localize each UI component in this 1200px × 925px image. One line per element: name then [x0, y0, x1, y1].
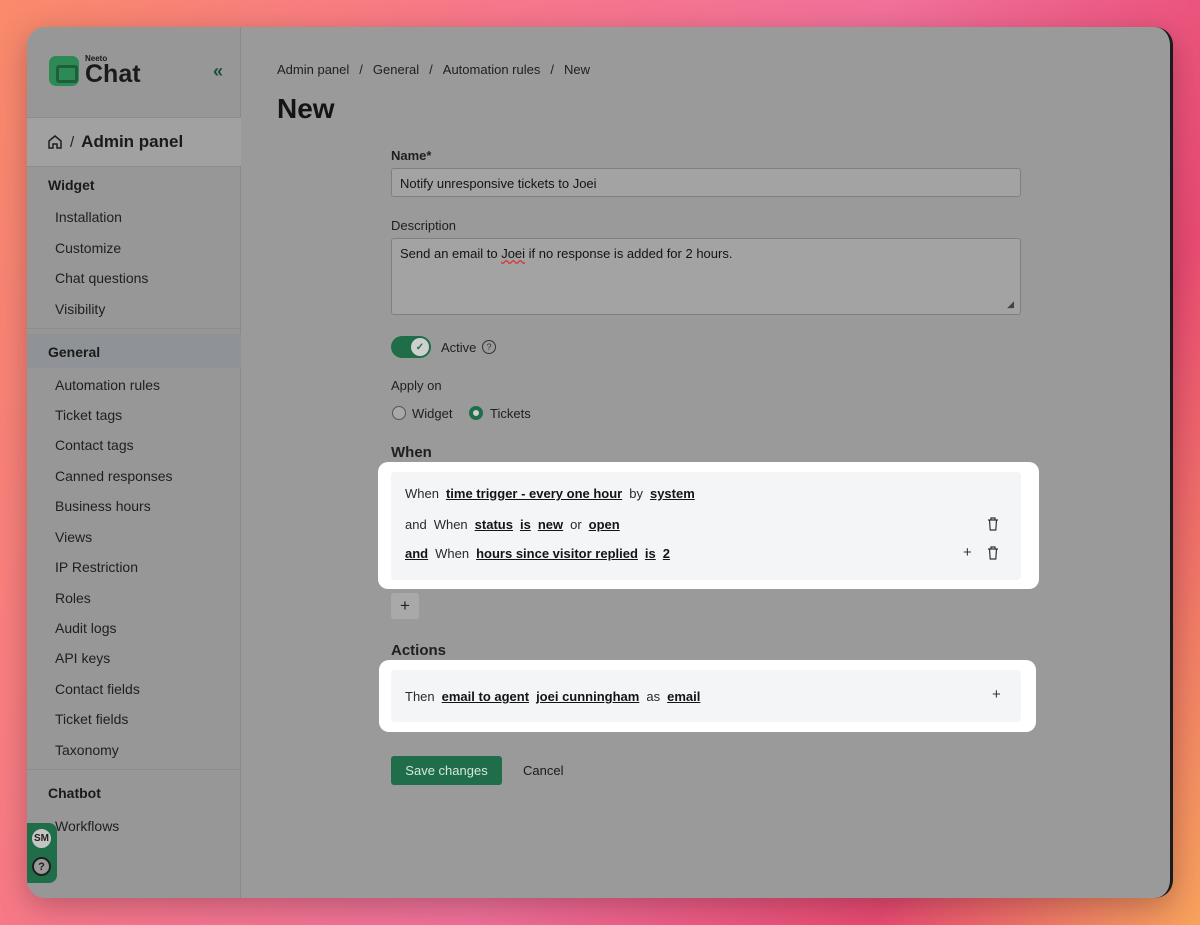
admin-panel-title: Admin panel [81, 132, 184, 151]
page-title: New [277, 93, 335, 124]
sidebar-divider [27, 328, 241, 329]
breadcrumb-current: New [563, 62, 590, 77]
sidebar-item-customize[interactable]: Customize [55, 240, 121, 256]
sidebar-item-chat-questions[interactable]: Chat questions [55, 270, 148, 286]
nav-group-chatbot: Chatbot [48, 785, 101, 801]
radio-tickets-label: Tickets [490, 406, 531, 421]
chat-logo-icon [49, 56, 79, 86]
breadcrumb-general[interactable]: General [373, 62, 419, 77]
channel-selector[interactable]: email [667, 689, 700, 704]
breadcrumb-separator: / [70, 133, 75, 151]
add-condition-icon[interactable]: + [963, 544, 972, 561]
collapse-sidebar-icon[interactable]: « [213, 61, 223, 82]
keyword-as: as [646, 689, 661, 704]
field-selector[interactable]: status [475, 517, 513, 532]
active-label: Active [441, 340, 477, 355]
conjunction-selector[interactable]: and [405, 546, 428, 561]
user-dock: SM ? [27, 823, 57, 883]
sidebar-item-automation-rules[interactable]: Automation rules [55, 377, 160, 393]
sidebar-item-contact-tags[interactable]: Contact tags [55, 437, 134, 453]
help-icon[interactable]: ? [32, 857, 51, 876]
cancel-button[interactable]: Cancel [523, 763, 563, 778]
sidebar-item-workflows[interactable]: Workflows [55, 818, 119, 834]
neeto-chat-logo[interactable]: Neeto Chat [49, 55, 141, 87]
action-selector[interactable]: email to agent [442, 689, 529, 704]
sidebar-divider [27, 769, 241, 770]
description-text-start: Send an email to [400, 246, 502, 261]
keyword-by: by [629, 486, 643, 501]
sidebar-item-ip-restriction[interactable]: IP Restriction [55, 559, 138, 575]
value-selector[interactable]: 2 [663, 546, 670, 561]
performer-selector[interactable]: system [650, 486, 695, 501]
trash-icon[interactable] [987, 546, 999, 560]
add-action-icon[interactable]: + [992, 686, 1001, 703]
nav-group-widget: Widget [48, 177, 95, 193]
sidebar-item-taxonomy[interactable]: Taxonomy [55, 742, 119, 758]
description-field[interactable]: Send an email to Joei if no response is … [391, 238, 1021, 315]
app-window: Neeto Chat « / Admin panel Widget Instal… [27, 27, 1173, 898]
add-condition-button[interactable]: + [391, 593, 419, 619]
breadcrumb-separator: / [550, 62, 554, 77]
sidebar-item-views[interactable]: Views [55, 529, 92, 545]
sidebar: Neeto Chat « / Admin panel Widget Instal… [27, 27, 241, 898]
logo-brand-big: Chat [85, 60, 141, 88]
description-text-name: Joei [501, 246, 526, 261]
sidebar-item-visibility[interactable]: Visibility [55, 301, 105, 317]
help-tooltip-icon[interactable]: ? [482, 340, 496, 354]
apply-on-label: Apply on [391, 378, 442, 393]
keyword-when: When [405, 486, 439, 501]
trigger-selector[interactable]: time trigger - every one hour [446, 486, 622, 501]
sidebar-item-audit-logs[interactable]: Audit logs [55, 620, 116, 636]
keyword-or: or [570, 517, 582, 532]
breadcrumb: Admin panel / General / Automation rules… [277, 62, 590, 77]
name-field[interactable]: Notify unresponsive tickets to Joei [391, 168, 1021, 197]
name-label: Name* [391, 148, 432, 163]
keyword-then: Then [405, 689, 435, 704]
action-row: Then email to agent joei cunningham as e… [405, 689, 700, 704]
resize-handle-icon[interactable]: ◢ [1007, 299, 1014, 310]
operator-selector[interactable]: is [520, 517, 531, 532]
avatar[interactable]: SM [30, 827, 53, 850]
trash-icon[interactable] [987, 517, 999, 531]
breadcrumb-automation-rules[interactable]: Automation rules [443, 62, 541, 77]
conditions-panel: When time trigger - every one hour by sy… [378, 462, 1039, 589]
actions-panel: Then email to agent joei cunningham as e… [379, 660, 1036, 732]
breadcrumb-separator: / [359, 62, 363, 77]
condition-row-2: and When status is new or open [405, 517, 620, 532]
save-button[interactable]: Save changes [391, 756, 502, 785]
value-selector[interactable]: open [589, 517, 620, 532]
actions-section-title: Actions [391, 642, 447, 659]
sidebar-item-canned-responses[interactable]: Canned responses [55, 468, 173, 484]
home-icon[interactable] [47, 134, 63, 150]
description-label: Description [391, 218, 457, 233]
agent-selector[interactable]: joei cunningham [536, 689, 639, 704]
sidebar-item-installation[interactable]: Installation [55, 209, 122, 225]
sidebar-item-ticket-fields[interactable]: Ticket fields [55, 711, 128, 727]
nav-group-general[interactable]: General [48, 344, 100, 360]
keyword-when: When [433, 517, 468, 532]
admin-panel-header: / Admin panel [27, 117, 241, 167]
breadcrumb-admin-panel[interactable]: Admin panel [277, 62, 349, 77]
radio-tickets[interactable] [469, 406, 483, 420]
radio-widget-label: Widget [412, 406, 453, 421]
sidebar-item-roles[interactable]: Roles [55, 590, 91, 606]
value-selector[interactable]: new [538, 517, 563, 532]
keyword-and: and [405, 517, 427, 532]
when-section-title: When [391, 444, 432, 461]
active-toggle[interactable] [391, 336, 431, 358]
sidebar-item-business-hours[interactable]: Business hours [55, 498, 151, 514]
condition-row-1: When time trigger - every one hour by sy… [405, 486, 695, 501]
keyword-when: When [435, 546, 470, 561]
sidebar-item-ticket-tags[interactable]: Ticket tags [55, 407, 122, 423]
sidebar-item-contact-fields[interactable]: Contact fields [55, 681, 140, 697]
radio-widget[interactable] [392, 406, 406, 420]
condition-row-3: and When hours since visitor replied is … [405, 546, 670, 561]
operator-selector[interactable]: is [645, 546, 656, 561]
field-selector[interactable]: hours since visitor replied [476, 546, 638, 561]
breadcrumb-separator: / [429, 62, 433, 77]
sidebar-item-api-keys[interactable]: API keys [55, 650, 110, 666]
description-text-end: if no response is added for 2 hours. [525, 246, 733, 261]
